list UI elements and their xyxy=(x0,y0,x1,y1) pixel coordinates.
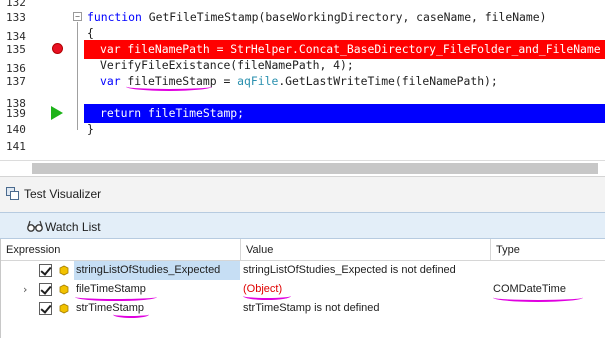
annotation-underline xyxy=(126,82,212,91)
watch-enabled-checkbox[interactable] xyxy=(39,264,52,277)
keyword: return xyxy=(100,106,142,120)
line-number: 135 xyxy=(6,43,26,56)
keyword: var xyxy=(100,42,121,56)
watch-enabled-checkbox[interactable] xyxy=(39,302,52,315)
code-text: { xyxy=(87,26,94,40)
expand-row-icon[interactable]: › xyxy=(23,280,27,299)
horizontal-scrollbar[interactable] xyxy=(0,160,605,176)
fold-guide-line xyxy=(77,22,78,130)
code-editor[interactable]: 132 133 134 135 136 137 138 139 140 141 … xyxy=(0,0,605,176)
code-text: VerifyFileExistance(fileNamePath, 4); xyxy=(100,58,354,72)
variable-icon xyxy=(59,284,69,295)
line-number: 133 xyxy=(6,11,26,24)
annotation-underline xyxy=(75,293,157,301)
variable-icon xyxy=(59,303,69,314)
column-header-type[interactable]: Type xyxy=(491,239,605,261)
watch-list-grid[interactable]: Expression Value Type stringListOfStudie… xyxy=(0,239,605,338)
code-text: GetFileTimeStamp(baseWorkingDirectory, c… xyxy=(141,10,547,24)
watch-row[interactable]: stringListOfStudies_Expected stringListO… xyxy=(1,261,605,280)
test-visualizer-title[interactable]: Test Visualizer xyxy=(24,187,101,201)
watch-expression[interactable]: strTimeStamp xyxy=(76,299,240,318)
test-visualizer-panel[interactable]: Test Visualizer xyxy=(0,176,605,212)
code-area[interactable]: function GetFileTimeStamp(baseWorkingDir… xyxy=(84,0,605,160)
keyword: function xyxy=(87,10,142,24)
annotation-underline xyxy=(113,311,149,318)
keyword: var xyxy=(100,74,121,88)
type-name: aqFile xyxy=(237,74,279,88)
column-header-value[interactable]: Value xyxy=(241,239,491,261)
test-visualizer-icon xyxy=(6,187,19,200)
code-folding-column: − xyxy=(72,0,84,160)
breakpoint-icon[interactable] xyxy=(52,43,63,54)
code-text: fileNamePath = StrHelper.Concat_BaseDire… xyxy=(120,42,601,56)
annotation-underline xyxy=(493,293,583,302)
line-number-gutter: 132 133 134 135 136 137 138 139 140 141 xyxy=(0,0,42,160)
watch-type xyxy=(493,261,603,280)
execution-pointer-icon xyxy=(51,106,63,120)
watch-list-header[interactable]: Watch List xyxy=(0,212,605,239)
watch-row[interactable]: strTimeStamp strTimeStamp is not defined xyxy=(1,299,605,318)
glasses-icon xyxy=(27,220,43,232)
code-text: fileTimeStamp; xyxy=(141,106,245,120)
annotation-underline xyxy=(243,292,291,300)
breakpoint-gutter[interactable] xyxy=(42,0,72,160)
collapse-function-icon[interactable]: − xyxy=(73,12,82,21)
watch-expression[interactable]: stringListOfStudies_Expected xyxy=(74,261,240,280)
column-header-expression[interactable]: Expression xyxy=(1,239,241,261)
code-text: .GetLastWriteTime(fileNamePath); xyxy=(278,74,498,88)
watch-value: strTimeStamp is not defined xyxy=(243,302,380,314)
code-text: } xyxy=(87,122,94,136)
line-number: 141 xyxy=(6,140,26,153)
line-number: 137 xyxy=(6,75,26,88)
watch-list-title[interactable]: Watch List xyxy=(45,220,101,234)
code-line-140[interactable]: } xyxy=(84,120,605,139)
watch-value: stringListOfStudies_Expected is not defi… xyxy=(243,264,456,276)
watch-enabled-checkbox[interactable] xyxy=(39,283,52,296)
scrollbar-thumb[interactable] xyxy=(32,163,598,174)
variable-icon xyxy=(59,265,69,276)
